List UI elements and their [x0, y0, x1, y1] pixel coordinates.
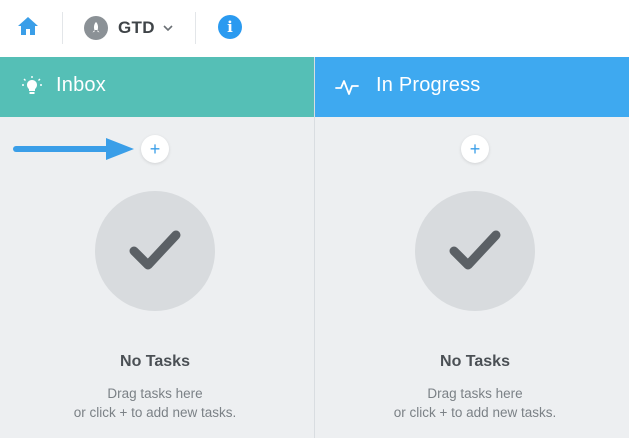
top-bar: GTD i: [0, 0, 629, 56]
annotation-arrow-icon: [13, 138, 134, 160]
in-progress-header: In Progress: [315, 57, 629, 117]
empty-title: No Tasks: [120, 353, 190, 370]
in-progress-column: In Progress + No Tasks Drag tasks here o…: [315, 57, 629, 438]
project-switcher[interactable]: GTD: [84, 14, 173, 42]
empty-description: Drag tasks here or click + to add new ta…: [315, 384, 629, 422]
empty-title: No Tasks: [440, 353, 510, 370]
empty-description: Drag tasks here or click + to add new ta…: [0, 384, 310, 422]
inbox-column: Inbox + No Tasks Drag tasks here or clic…: [0, 57, 314, 438]
info-icon: i: [227, 18, 233, 36]
inbox-header: Inbox: [0, 57, 314, 117]
lightbulb-icon: [20, 75, 44, 99]
empty-state-icon: [415, 191, 535, 311]
empty-line-2: or click + to add new tasks.: [73, 405, 237, 420]
add-task-button[interactable]: +: [141, 135, 169, 163]
project-name: GTD: [118, 18, 155, 37]
activity-icon: [335, 75, 359, 99]
checkmark-icon: [449, 230, 501, 270]
chevron-down-icon: [163, 25, 173, 31]
divider: [195, 12, 196, 44]
divider: [62, 12, 63, 44]
add-task-button[interactable]: +: [461, 135, 489, 163]
empty-state-icon: [95, 191, 215, 311]
home-icon: [16, 15, 40, 42]
info-button[interactable]: i: [218, 15, 242, 39]
column-title: In Progress: [376, 74, 481, 96]
rocket-icon: [92, 22, 100, 33]
project-avatar: [84, 16, 108, 40]
empty-line-1: Drag tasks here: [107, 386, 203, 401]
empty-line-1: Drag tasks here: [427, 386, 523, 401]
checkmark-icon: [129, 230, 181, 270]
home-button[interactable]: [14, 14, 42, 42]
column-title: Inbox: [56, 74, 106, 96]
empty-line-2: or click + to add new tasks.: [393, 405, 557, 420]
